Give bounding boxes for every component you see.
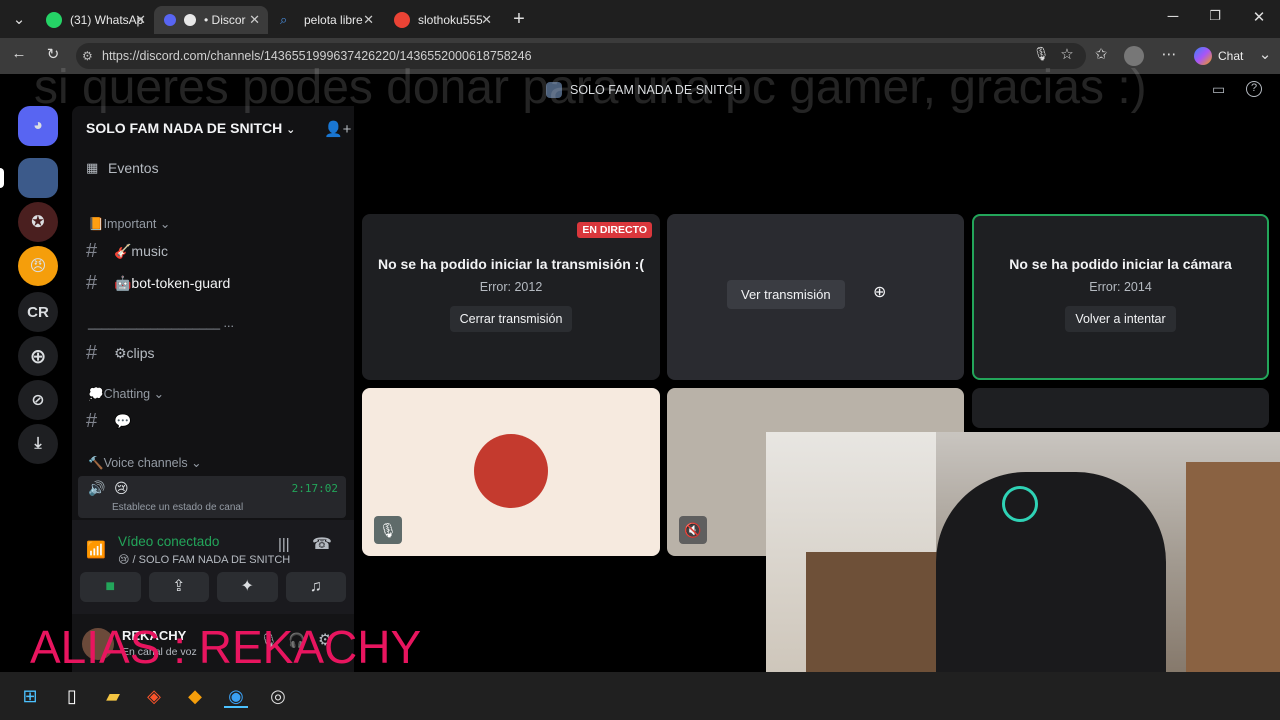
- channel-sidebar: SOLO FAM NADA DE SNITCH ⌄ 👤+ ▦ Eventos 📙…: [72, 106, 354, 672]
- browser-tab-bar: ⌄ (31) WhatsAp ✕ • Discor ✕ ⌕ pelota lib…: [0, 0, 1280, 38]
- inbox-icon[interactable]: ▭: [1212, 81, 1225, 98]
- close-tab-icon[interactable]: ✕: [249, 12, 260, 28]
- close-tab-icon[interactable]: ✕: [135, 12, 146, 28]
- hash-icon: #: [86, 240, 98, 262]
- tab-pelota-libre[interactable]: ⌕ pelota libre ✕: [270, 6, 382, 34]
- minimize-icon[interactable]: ─: [1162, 8, 1184, 25]
- sidebar-toggle-icon[interactable]: ⌄: [1254, 45, 1276, 63]
- brave-icon[interactable]: ◈: [142, 684, 166, 708]
- popout-icon[interactable]: ⊕: [873, 282, 886, 302]
- fl-studio-icon[interactable]: ◆: [183, 684, 207, 708]
- whatsapp-icon: [46, 12, 62, 28]
- file-icon[interactable]: ▯: [60, 684, 84, 708]
- calendar-icon: ▦: [86, 160, 99, 175]
- headset-light: [1002, 486, 1038, 522]
- close-tab-icon[interactable]: ✕: [363, 12, 374, 28]
- voice-channel-item[interactable]: 🔊 😢 2:17:02 Establece un estado de canal: [78, 476, 346, 518]
- category-divider[interactable]: ___________________ ...: [88, 316, 342, 330]
- channel-chat[interactable]: # 💬: [86, 410, 131, 433]
- speaker-icon: 🔊: [88, 480, 106, 496]
- discover-icon[interactable]: ⊘: [18, 380, 58, 420]
- category-chatting[interactable]: 💭Chatting ⌄: [88, 386, 164, 402]
- active-server-indicator: [0, 168, 4, 188]
- search-icon: ⌕: [280, 12, 288, 27]
- server-solo-fam[interactable]: [18, 158, 58, 198]
- discord-tab-icon: [164, 14, 176, 26]
- hash-icon: #: [86, 272, 98, 294]
- hash-icon: #: [86, 410, 98, 432]
- tab-list-icon[interactable]: ⌄: [8, 10, 30, 28]
- close-window-icon[interactable]: ✕: [1248, 8, 1270, 26]
- channel-bot-token-guard[interactable]: # 🤖bot-token-guard: [86, 272, 230, 295]
- add-server-icon[interactable]: ⊕: [18, 336, 58, 376]
- donation-overlay-text: si queres podes donar para una pc gamer,…: [34, 61, 1147, 114]
- stream-preview-tile[interactable]: Ver transmisión ⊕: [667, 214, 964, 380]
- download-icon[interactable]: ⤓: [18, 424, 58, 464]
- muted-mic-icon: 🔇: [679, 516, 707, 544]
- category-important[interactable]: 📙Important ⌄: [88, 216, 170, 232]
- tab-whatsapp[interactable]: (31) WhatsAp ✕: [36, 6, 154, 34]
- server-red-icon[interactable]: ✪: [18, 202, 58, 242]
- retry-button[interactable]: Volver a intentar: [1065, 306, 1176, 332]
- google-icon: [394, 12, 410, 28]
- obs-icon[interactable]: ◎: [266, 684, 290, 708]
- chevron-down-icon: ⌄: [286, 124, 296, 136]
- new-tab-button[interactable]: +: [508, 8, 530, 31]
- events-item[interactable]: ▦ Eventos: [86, 160, 159, 176]
- close-stream-button[interactable]: Cerrar transmisión: [449, 306, 573, 332]
- camera-button[interactable]: ■: [80, 572, 141, 602]
- signal-icon: 📶: [86, 542, 106, 559]
- activities-button[interactable]: ✦: [217, 572, 278, 602]
- stream-tile-error[interactable]: EN DIRECTO No se ha podido iniciar la tr…: [362, 214, 660, 380]
- copilot-chat-button[interactable]: Chat: [1194, 47, 1243, 65]
- invite-people-icon[interactable]: 👤+: [324, 120, 351, 138]
- mic-icon: 🎙: [374, 516, 402, 544]
- avatar: [474, 434, 548, 508]
- windows-taskbar: ⊞ ▯ ▰ ◈ ◆ ◉ ◎: [0, 672, 1280, 720]
- channel-clips[interactable]: # ⚙clips: [86, 342, 155, 365]
- more-options-icon[interactable]: ⋯: [1158, 45, 1180, 63]
- restore-icon[interactable]: ❐: [1204, 8, 1226, 24]
- alias-overlay-text: ALIAS : REKACHY: [30, 621, 422, 673]
- tab-slothoku[interactable]: slothoku555 ✕: [384, 6, 500, 34]
- category-voice-channels[interactable]: 🔨Voice channels ⌄: [88, 455, 202, 471]
- participant-tile-3[interactable]: [972, 388, 1269, 428]
- help-icon[interactable]: ?: [1246, 81, 1262, 97]
- tab-discord[interactable]: • Discor ✕: [154, 6, 268, 34]
- server-cr[interactable]: CR: [18, 292, 58, 332]
- camera-tile-error[interactable]: No se ha podido iniciar la cámara Error:…: [972, 214, 1269, 380]
- hash-icon: #: [86, 342, 98, 364]
- back-icon[interactable]: ←: [8, 45, 30, 62]
- server-emoji-icon[interactable]: 😠: [18, 246, 58, 286]
- file-explorer-icon[interactable]: ▰: [101, 684, 125, 708]
- watch-stream-button[interactable]: Ver transmisión: [727, 280, 845, 309]
- live-badge: EN DIRECTO: [577, 222, 652, 238]
- noise-suppression-icon[interactable]: |||: [278, 536, 290, 553]
- close-tab-icon[interactable]: ✕: [481, 12, 492, 28]
- windows-start-icon[interactable]: ⊞: [18, 684, 42, 708]
- participant-tile[interactable]: 🎙: [362, 388, 660, 556]
- server-name-header[interactable]: SOLO FAM NADA DE SNITCH ⌄: [86, 120, 295, 136]
- recording-icon: [184, 14, 196, 26]
- server-rail: ◕ ✪ 😠 CR ⊕ ⊘ ⤓: [0, 106, 72, 672]
- disconnect-icon[interactable]: ☎: [312, 534, 332, 554]
- screen-share-button[interactable]: ⇪: [148, 572, 209, 602]
- soundboard-button[interactable]: ♫: [285, 572, 346, 602]
- channel-music[interactable]: # 🎸music: [86, 240, 168, 263]
- edge-icon[interactable]: ◉: [224, 684, 248, 708]
- copilot-icon: [1194, 47, 1212, 65]
